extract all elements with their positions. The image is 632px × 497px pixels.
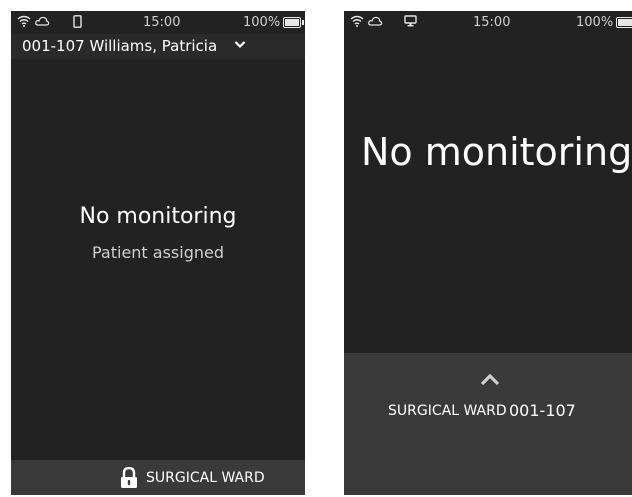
device-screen-left: 15:00 100% 001-107 Williams, Patricia No…	[11, 11, 305, 495]
cloud-icon	[368, 16, 383, 26]
ward-name: SURGICAL WARD	[388, 403, 507, 419]
battery-percent: 100%	[243, 15, 281, 30]
ward-footer[interactable]: SURGICAL WARD	[11, 460, 305, 495]
no-monitoring-title: No monitoring	[79, 204, 237, 229]
battery-icon	[616, 17, 632, 28]
wifi-icon	[350, 15, 364, 27]
patient-selector-label: 001-107 Williams, Patricia	[22, 37, 218, 55]
status-time: 15:00	[473, 15, 511, 30]
patient-assigned-subtitle: Patient assigned	[91, 243, 224, 262]
phone-icon	[73, 15, 82, 28]
monitor-icon	[404, 15, 417, 27]
ward-panel[interactable]: SURGICAL WARD 001-107	[344, 353, 632, 495]
patient-selector[interactable]: 001-107 Williams, Patricia	[11, 34, 305, 59]
chevron-up-icon[interactable]	[480, 373, 500, 386]
battery-icon	[283, 17, 304, 28]
cloud-icon	[35, 16, 50, 26]
lock-icon	[121, 467, 137, 488]
bed-number: 001-107	[509, 401, 576, 420]
wifi-icon	[17, 15, 31, 27]
device-screen-right: 15:00 100% No monitoring SURGICAL WARD 0…	[344, 11, 632, 495]
ward-name: SURGICAL WARD	[146, 470, 265, 486]
battery-percent: 100%	[576, 15, 614, 30]
no-monitoring-title: No monitoring	[361, 130, 632, 174]
status-bar: 15:00 100%	[11, 11, 305, 34]
status-time: 15:00	[143, 15, 181, 30]
chevron-down-icon[interactable]	[234, 40, 246, 49]
status-bar: 15:00 100%	[344, 11, 632, 34]
